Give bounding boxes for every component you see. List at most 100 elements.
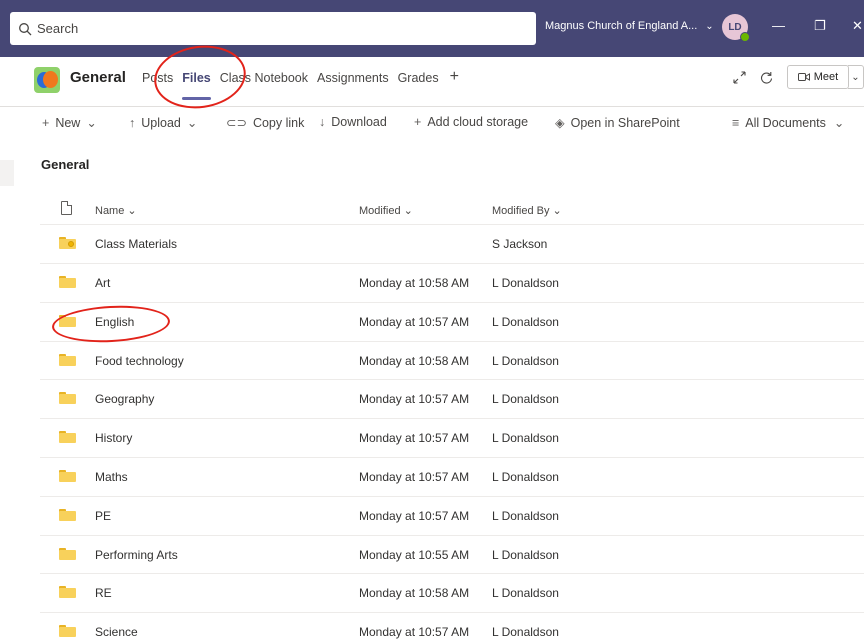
sharepoint-icon: ◈ bbox=[555, 116, 565, 130]
open-in-sharepoint-button[interactable]: ◈ Open in SharePoint bbox=[555, 115, 680, 131]
view-label: All Documents bbox=[745, 115, 826, 130]
folder-icon bbox=[59, 509, 76, 521]
row-modified: Monday at 10:57 AM bbox=[359, 470, 470, 484]
row-modified: Monday at 10:58 AM bbox=[359, 276, 470, 290]
row-modified-by: L Donaldson bbox=[492, 431, 559, 445]
add-cloud-label: Add cloud storage bbox=[427, 115, 529, 129]
add-tab-icon[interactable]: + bbox=[450, 69, 459, 85]
row-name[interactable]: Science bbox=[95, 625, 138, 639]
restore-icon[interactable]: ❐ bbox=[814, 18, 826, 34]
row-modified-by: L Donaldson bbox=[492, 586, 559, 600]
table-row[interactable]: RE Monday at 10:58 AM L Donaldson bbox=[40, 573, 864, 612]
folder-icon bbox=[59, 470, 76, 482]
close-icon[interactable]: ✕ bbox=[852, 18, 863, 34]
chevron-down-icon: ⌄ bbox=[86, 116, 97, 130]
row-name[interactable]: Class Materials bbox=[95, 237, 177, 251]
folder-icon bbox=[59, 586, 76, 598]
row-modified-by: L Donaldson bbox=[492, 354, 559, 368]
add-cloud-storage-button[interactable]: + Add cloud storage bbox=[414, 115, 528, 129]
file-type-icon bbox=[61, 201, 72, 215]
minimize-icon[interactable]: — bbox=[772, 18, 785, 33]
meet-label: Meet bbox=[813, 71, 839, 83]
row-name[interactable]: History bbox=[95, 431, 132, 445]
command-bar: + New ⌄ ↑ Upload ⌄ ⊂⊃ Copy link ↓ Downlo… bbox=[0, 108, 864, 138]
meet-options-chevron-icon[interactable]: ⌄ bbox=[848, 65, 864, 89]
meet-button[interactable]: Meet bbox=[787, 65, 849, 89]
upload-label: Upload bbox=[141, 115, 181, 130]
row-name[interactable]: Performing Arts bbox=[95, 548, 178, 562]
row-modified-by: L Donaldson bbox=[492, 548, 559, 562]
column-header-modified[interactable]: Modified ⌄ bbox=[359, 204, 413, 217]
row-name[interactable]: Art bbox=[95, 276, 110, 290]
refresh-icon[interactable] bbox=[760, 71, 773, 84]
search-input[interactable]: Search bbox=[10, 12, 536, 45]
download-label: Download bbox=[331, 115, 387, 129]
download-icon: ↓ bbox=[319, 115, 326, 129]
plus-icon: + bbox=[42, 115, 50, 130]
upload-button[interactable]: ↑ Upload ⌄ bbox=[129, 115, 203, 131]
table-row[interactable]: Food technology Monday at 10:58 AM L Don… bbox=[40, 341, 864, 380]
row-modified-by: L Donaldson bbox=[492, 625, 559, 639]
status-available-icon bbox=[740, 32, 750, 42]
folder-icon bbox=[59, 354, 76, 366]
row-modified: Monday at 10:57 AM bbox=[359, 431, 470, 445]
search-placeholder: Search bbox=[37, 21, 79, 36]
table-row[interactable]: PE Monday at 10:57 AM L Donaldson bbox=[40, 496, 864, 535]
left-rail-marker bbox=[0, 160, 14, 186]
plus-icon: + bbox=[414, 115, 422, 129]
table-row[interactable]: Performing Arts Monday at 10:55 AM L Don… bbox=[40, 535, 864, 574]
row-name[interactable]: RE bbox=[95, 586, 112, 600]
row-modified-by: L Donaldson bbox=[492, 392, 559, 406]
chevron-down-icon: ⌄ bbox=[833, 116, 845, 130]
channel-name: General bbox=[70, 69, 126, 86]
shared-folder-icon bbox=[59, 237, 76, 249]
table-row[interactable]: Maths Monday at 10:57 AM L Donaldson bbox=[40, 457, 864, 496]
table-row[interactable]: Science Monday at 10:57 AM L Donaldson bbox=[40, 612, 864, 643]
table-row[interactable]: Geography Monday at 10:57 AM L Donaldson bbox=[40, 379, 864, 418]
folder-icon bbox=[59, 431, 76, 443]
download-button[interactable]: ↓ Download bbox=[319, 115, 387, 129]
row-modified-by: S Jackson bbox=[492, 237, 548, 251]
table-row[interactable]: Class Materials S Jackson bbox=[40, 224, 864, 263]
expand-icon[interactable] bbox=[733, 71, 746, 84]
row-modified-by: L Donaldson bbox=[492, 470, 559, 484]
row-name[interactable]: Maths bbox=[95, 470, 128, 484]
row-modified-by: L Donaldson bbox=[492, 315, 559, 329]
row-modified: Monday at 10:58 AM bbox=[359, 354, 470, 368]
avatar-initials: LD bbox=[728, 21, 742, 33]
view-selector[interactable]: ≡ All Documents ⌄ bbox=[732, 115, 850, 131]
row-modified: Monday at 10:57 AM bbox=[359, 392, 470, 406]
row-name[interactable]: Food technology bbox=[95, 354, 184, 368]
link-icon: ⊂⊃ bbox=[226, 116, 247, 130]
new-label: New bbox=[55, 115, 81, 130]
column-modified-by-label: Modified By bbox=[492, 205, 550, 217]
new-button[interactable]: + New ⌄ bbox=[42, 115, 103, 131]
chevron-down-icon: ⌄ bbox=[186, 116, 198, 130]
search-icon bbox=[19, 22, 32, 35]
tab-assignments[interactable]: Assignments bbox=[317, 71, 389, 85]
folder-icon bbox=[59, 625, 76, 637]
list-icon: ≡ bbox=[732, 115, 740, 130]
video-camera-icon bbox=[797, 73, 810, 81]
upload-icon: ↑ bbox=[129, 115, 136, 130]
row-name[interactable]: Geography bbox=[95, 392, 154, 406]
row-modified: Monday at 10:57 AM bbox=[359, 509, 470, 523]
row-modified: Monday at 10:57 AM bbox=[359, 625, 470, 639]
copy-link-button[interactable]: ⊂⊃ Copy link bbox=[226, 115, 304, 131]
avatar[interactable]: LD bbox=[722, 14, 750, 42]
column-header-name[interactable]: Name ⌄ bbox=[95, 204, 137, 217]
column-header-modified-by[interactable]: Modified By ⌄ bbox=[492, 204, 562, 217]
row-name[interactable]: PE bbox=[95, 509, 111, 523]
folder-icon bbox=[59, 392, 76, 404]
column-modified-label: Modified bbox=[359, 205, 401, 217]
table-row[interactable]: Art Monday at 10:58 AM L Donaldson bbox=[40, 263, 864, 302]
title-bar: Search Magnus Church of England A... ⌄ L… bbox=[0, 0, 864, 57]
row-modified: Monday at 10:58 AM bbox=[359, 586, 470, 600]
org-switcher[interactable]: Magnus Church of England A... ⌄ bbox=[545, 20, 714, 32]
row-modified: Monday at 10:55 AM bbox=[359, 548, 470, 562]
row-modified-by: L Donaldson bbox=[492, 509, 559, 523]
table-row[interactable]: History Monday at 10:57 AM L Donaldson bbox=[40, 418, 864, 457]
tab-grades[interactable]: Grades bbox=[398, 71, 439, 85]
row-modified-by: L Donaldson bbox=[492, 276, 559, 290]
breadcrumb[interactable]: General bbox=[41, 157, 89, 172]
